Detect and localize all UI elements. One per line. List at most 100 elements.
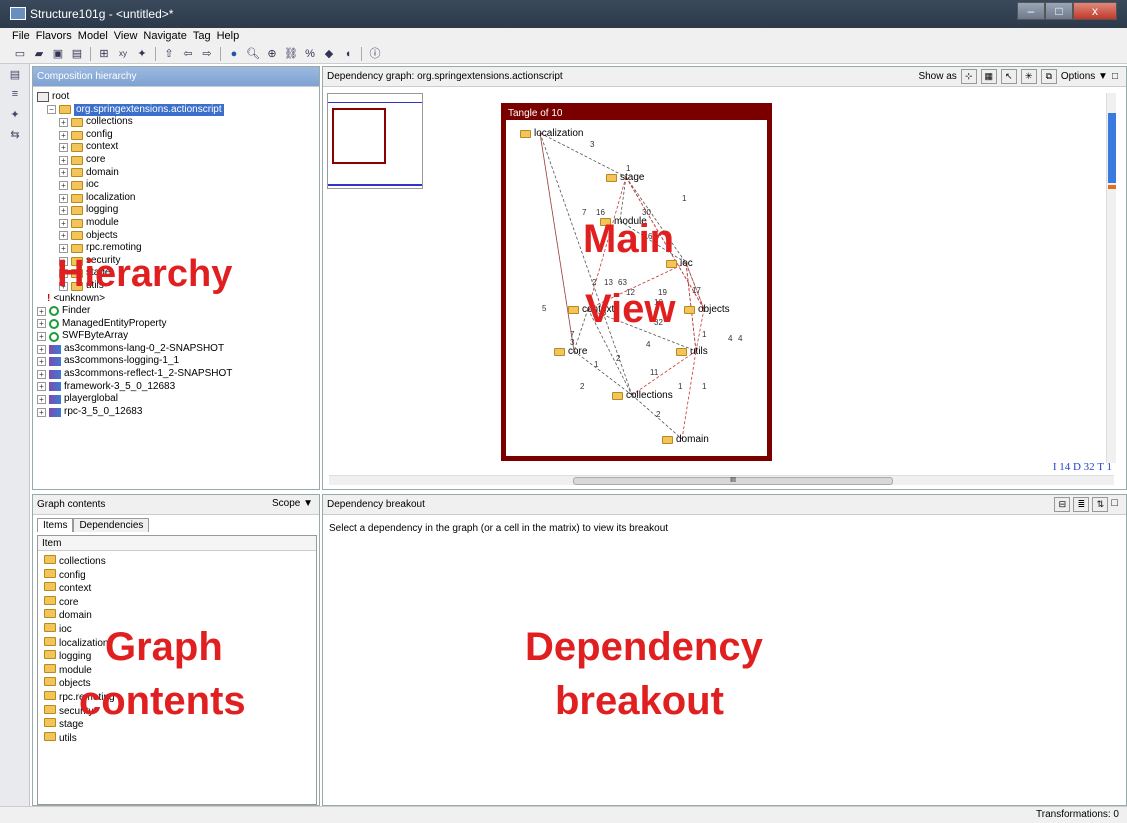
expand-icon[interactable]: + xyxy=(37,319,46,329)
expand-icon[interactable]: + xyxy=(37,332,46,342)
graph-view-icon[interactable]: ⊹ xyxy=(960,69,977,84)
list-item[interactable]: collections xyxy=(44,555,316,569)
link-icon[interactable]: ⛓︎ xyxy=(283,47,299,61)
maximize-panel-icon[interactable]: □ xyxy=(1111,497,1118,512)
close-button[interactable]: x xyxy=(1073,2,1117,20)
new-file-icon[interactable]: ▭ xyxy=(12,47,28,61)
tree-item[interactable]: + as3commons-reflect-1_2-SNAPSHOT xyxy=(35,368,232,381)
expand-icon[interactable]: − xyxy=(47,105,56,115)
tree-item[interactable]: + Finder xyxy=(35,305,232,318)
zoom-icon[interactable]: 🔍︎ xyxy=(245,47,261,61)
hierarchy-icon[interactable]: ⊞ xyxy=(96,47,112,61)
bookmark-icon[interactable]: ◖ xyxy=(340,47,356,61)
list-item[interactable]: domain xyxy=(44,609,316,623)
layers-icon[interactable]: ≡ xyxy=(6,88,24,104)
list-item[interactable]: core xyxy=(44,595,316,610)
filter-icon[interactable]: ✦ xyxy=(134,47,150,61)
graph-node[interactable]: domain xyxy=(662,434,709,445)
tree-item[interactable]: − org.springextensions.actionscript xyxy=(35,103,232,117)
tab-items[interactable]: Items xyxy=(37,518,74,532)
tree-item[interactable]: + localization xyxy=(35,192,232,205)
sort-icon[interactable]: ⇅ xyxy=(1092,497,1109,512)
tree-item[interactable]: + SWFByteArray xyxy=(35,330,232,343)
tab-dependencies[interactable]: Dependencies xyxy=(73,518,150,532)
open-folder-icon[interactable]: ▰ xyxy=(31,47,47,61)
zoom-x-icon[interactable]: ⊕ xyxy=(264,47,280,61)
menu-help[interactable]: Help xyxy=(217,28,240,44)
tree-item[interactable]: + as3commons-lang-0_2-SNAPSHOT xyxy=(35,343,232,356)
tree-view-icon[interactable]: ⊟ xyxy=(1054,497,1071,512)
list-view-icon[interactable]: ≣ xyxy=(1073,497,1090,512)
expand-icon[interactable]: + xyxy=(37,407,46,417)
tree-item[interactable]: + as3commons-logging-1_1 xyxy=(35,355,232,368)
minimize-button[interactable]: – xyxy=(1017,2,1045,20)
graph-node[interactable]: utils xyxy=(676,346,708,357)
dependency-edge[interactable] xyxy=(631,350,697,396)
expand-icon[interactable]: + xyxy=(37,382,46,392)
expand-icon[interactable]: + xyxy=(37,395,46,405)
expand-icon[interactable]: + xyxy=(59,206,68,216)
tree-item[interactable]: + ManagedEntityProperty xyxy=(35,318,232,331)
dot-icon[interactable]: ● xyxy=(226,47,242,61)
expand-icon[interactable]: + xyxy=(59,168,68,178)
tree-item[interactable]: + rpc-3_5_0_12683 xyxy=(35,406,232,419)
expand-icon[interactable]: + xyxy=(59,155,68,165)
expand-icon[interactable]: + xyxy=(59,130,68,140)
composition-hierarchy-header[interactable]: Composition hierarchy xyxy=(33,67,319,87)
composition-view-icon[interactable]: ▤ xyxy=(6,68,24,84)
expand-icon[interactable]: + xyxy=(37,306,46,316)
graph-node[interactable]: core xyxy=(554,346,587,357)
expand-icon[interactable]: + xyxy=(59,231,68,241)
dependency-edge[interactable] xyxy=(681,350,697,440)
back-arrow-icon[interactable]: ⇦ xyxy=(180,47,196,61)
forward-arrow-icon[interactable]: ⇨ xyxy=(199,47,215,61)
list-item[interactable]: config xyxy=(44,568,316,583)
expand-icon[interactable]: + xyxy=(37,369,46,379)
list-item[interactable]: utils xyxy=(44,731,316,746)
expand-icon[interactable]: + xyxy=(59,218,68,228)
expand-icon[interactable]: + xyxy=(37,344,46,354)
up-arrow-icon[interactable]: ⇧ xyxy=(161,47,177,61)
scrollbar-thumb[interactable] xyxy=(1108,113,1116,183)
xy-icon[interactable]: xy xyxy=(115,47,131,61)
menu-view[interactable]: View xyxy=(114,28,138,44)
tangle-box[interactable]: Tangle of 10 localization stage module ioc c… xyxy=(501,103,772,461)
dependency-edge[interactable] xyxy=(619,176,627,222)
graph-node[interactable]: objects xyxy=(684,304,730,315)
expand-icon[interactable]: + xyxy=(59,243,68,253)
menu-tag[interactable]: Tag xyxy=(193,28,211,44)
maximize-button[interactable]: □ xyxy=(1045,2,1073,20)
swap-icon[interactable]: ⇆ xyxy=(6,128,24,144)
list-item[interactable]: context xyxy=(44,582,316,596)
expand-icon[interactable]: + xyxy=(37,357,46,367)
tree-item[interactable]: + logging xyxy=(35,204,232,217)
expand-icon[interactable]: + xyxy=(59,180,68,190)
horizontal-scrollbar[interactable]: III xyxy=(329,475,1114,485)
graph-overview-thumbnail[interactable] xyxy=(327,93,423,189)
tree-item[interactable]: + objects xyxy=(35,230,232,243)
tree-item[interactable]: + module xyxy=(35,217,232,230)
tree-item[interactable]: + playerglobal xyxy=(35,393,232,406)
filter-icon[interactable]: ✦ xyxy=(6,108,24,124)
save-as-icon[interactable]: ▤ xyxy=(69,47,85,61)
options-dropdown[interactable]: Options ▼ xyxy=(1061,71,1108,82)
graph-node[interactable]: collections xyxy=(612,390,673,401)
tree-item[interactable]: root xyxy=(35,91,232,104)
menu-file[interactable]: File xyxy=(12,28,30,44)
graph-node[interactable]: localization xyxy=(520,128,583,139)
menu-model[interactable]: Model xyxy=(78,28,108,44)
expand-icon[interactable]: + xyxy=(59,143,68,153)
graph-node[interactable]: stage xyxy=(606,172,644,183)
save-icon[interactable]: ▣ xyxy=(50,47,66,61)
tag-icon[interactable]: ◆ xyxy=(321,47,337,61)
expand-icon[interactable]: + xyxy=(59,193,68,203)
tree-item[interactable]: + ioc xyxy=(35,179,232,192)
tree-item[interactable]: + config xyxy=(35,129,232,142)
menu-navigate[interactable]: Navigate xyxy=(143,28,186,44)
tree-item[interactable]: + core xyxy=(35,154,232,167)
tree-item[interactable]: + framework-3_5_0_12683 xyxy=(35,381,232,394)
column-header-item[interactable]: Item xyxy=(38,536,316,551)
expand-icon[interactable]: + xyxy=(59,117,68,127)
dependency-edge[interactable] xyxy=(539,132,627,178)
scope-dropdown[interactable]: Scope ▼ xyxy=(272,498,313,509)
